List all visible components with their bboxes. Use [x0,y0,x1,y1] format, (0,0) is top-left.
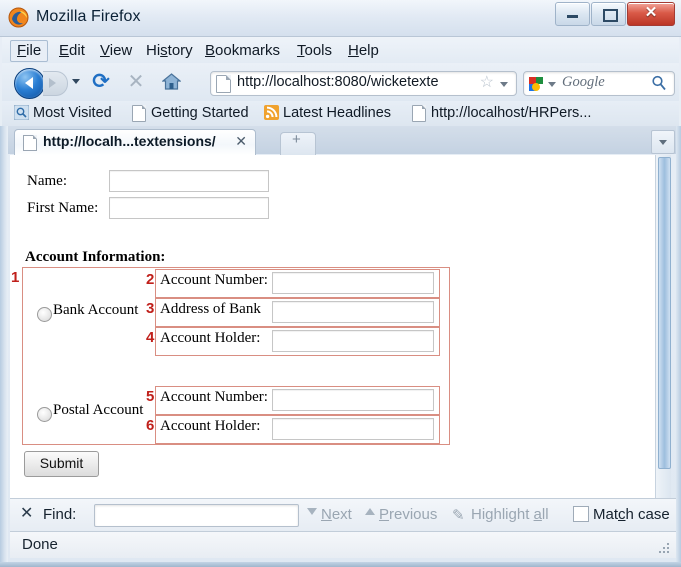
annotation-6: 6 [146,417,155,434]
search-engine-dropdown-icon[interactable] [548,82,556,87]
window-title: Mozilla Firefox [36,8,141,25]
menu-view[interactable]: View [93,40,139,61]
vertical-scrollbar[interactable] [655,155,671,498]
tab-favicon-icon [23,135,37,151]
annotation-4: 4 [146,329,155,346]
most-visited-icon [13,104,30,121]
address-of-bank-label: Address of Bank [160,301,261,317]
document-icon [412,105,426,122]
bookmark-label: http://localhost/HRPers... [431,105,592,121]
annotation-5: 5 [146,388,155,405]
rss-feed-icon [264,105,279,121]
submit-button[interactable]: Submit [24,451,99,477]
window-controls: ✕ [554,2,675,28]
menu-bookmarks[interactable]: Bookmarks [198,40,287,61]
annotation-2: 2 [146,271,155,288]
page-content: Name: First Name: Account Information: 1… [10,155,671,498]
menu-file[interactable]: File [10,40,49,62]
find-next-button[interactable]: Next [321,506,352,523]
bookmarks-toolbar: Most Visited Getting Started Latest Head… [2,101,679,127]
bank-account-holder-input[interactable] [272,330,434,352]
maximize-button[interactable] [591,2,626,26]
find-highlight-all-button[interactable]: Highlight all [471,506,549,523]
tab-active[interactable]: http://localh...textensions/ ✕ [14,129,256,155]
google-icon [528,76,544,92]
find-label: Find: [43,506,77,523]
status-bar: Done [10,531,676,558]
navigation-toolbar: ⟳ ✕ http://localhost:8080/wicketexte ☆ G… [2,63,679,101]
bank-account-holder-label: Account Holder: [160,330,261,346]
search-icon[interactable] [651,75,667,96]
find-close-icon[interactable]: ✕ [20,506,33,522]
bookmark-star-icon[interactable]: ☆ [480,75,494,91]
new-tab-button[interactable] [280,131,316,155]
menu-bar: File Edit View History Bookmarks Tools H… [2,37,679,63]
find-bar: ✕ Find: Next Previous ✎ Highlight all Ma… [10,498,676,532]
first-name-label: First Name: [27,200,99,216]
window-border-right [676,126,681,567]
search-bar[interactable]: Google [523,71,675,96]
menu-edit[interactable]: Edit [52,40,92,61]
menu-history[interactable]: History [139,40,200,61]
account-number-label: Account Number: [160,272,268,288]
close-icon: ✕ [644,4,658,21]
find-previous-arrow-icon[interactable] [365,508,375,515]
resize-grip-icon[interactable] [659,543,671,555]
bookmark-label: Most Visited [33,105,112,121]
bank-address-input[interactable] [272,301,434,323]
minimize-button[interactable] [555,2,590,26]
find-match-case-label[interactable]: Match case [593,506,670,523]
forward-button-icon [43,71,68,96]
document-icon [132,105,146,122]
section-title: Account Information: [25,249,166,265]
postal-account-holder-label: Account Holder: [160,418,261,434]
url-bar[interactable]: http://localhost:8080/wicketexte ☆ [210,71,517,96]
chevron-down-icon[interactable] [72,79,80,84]
tab-label: http://localh...textensions/ [43,133,216,149]
bank-account-number-input[interactable] [272,272,434,294]
find-next-arrow-icon[interactable] [307,508,317,515]
back-button-icon[interactable] [14,68,45,99]
web-form: Name: First Name: Account Information: 1… [10,155,656,498]
first-name-input[interactable] [109,197,269,219]
name-label: Name: [27,173,67,189]
firefox-icon [8,7,29,28]
postal-account-number-input[interactable] [272,389,434,411]
radio-postal-account[interactable] [37,407,52,422]
name-input[interactable] [109,170,269,192]
window-border-left [0,126,8,567]
stop-icon: ✕ [127,69,145,93]
radio-bank-account[interactable] [37,307,52,322]
postal-account-number-label: Account Number: [160,389,268,405]
find-previous-button[interactable]: Previous [379,506,437,523]
title-bar: Mozilla Firefox ✕ [0,0,681,37]
menu-tools[interactable]: Tools [290,40,339,61]
url-text[interactable]: http://localhost:8080/wicketexte [237,74,477,90]
status-text: Done [22,536,58,553]
match-case-checkbox[interactable] [573,506,589,522]
scrollbar-thumb[interactable] [658,157,671,469]
window-border-bottom [0,562,681,567]
menu-help[interactable]: Help [341,40,386,61]
find-input[interactable] [94,504,299,527]
bookmark-label: Latest Headlines [283,105,392,121]
bank-account-label: Bank Account [53,302,139,318]
search-input[interactable]: Google [562,74,605,91]
url-dropdown-icon[interactable] [500,82,508,87]
tab-bar: http://localh...textensions/ ✕ [2,126,679,155]
postal-account-label: Postal Account [53,402,144,418]
highlight-pen-icon[interactable]: ✎ [452,506,465,524]
list-all-tabs-button[interactable] [651,130,675,154]
postal-account-holder-input[interactable] [272,418,434,440]
home-icon[interactable] [161,73,182,90]
annotation-1: 1 [11,269,20,286]
reload-icon[interactable]: ⟳ [90,71,112,93]
close-button[interactable]: ✕ [627,2,675,26]
annotation-3: 3 [146,300,155,317]
tab-close-icon[interactable]: ✕ [235,133,247,150]
firefox-window: Mozilla Firefox ✕ File Edit View History… [0,0,681,567]
bookmark-label: Getting Started [151,105,249,121]
page-favicon-icon [216,75,231,93]
